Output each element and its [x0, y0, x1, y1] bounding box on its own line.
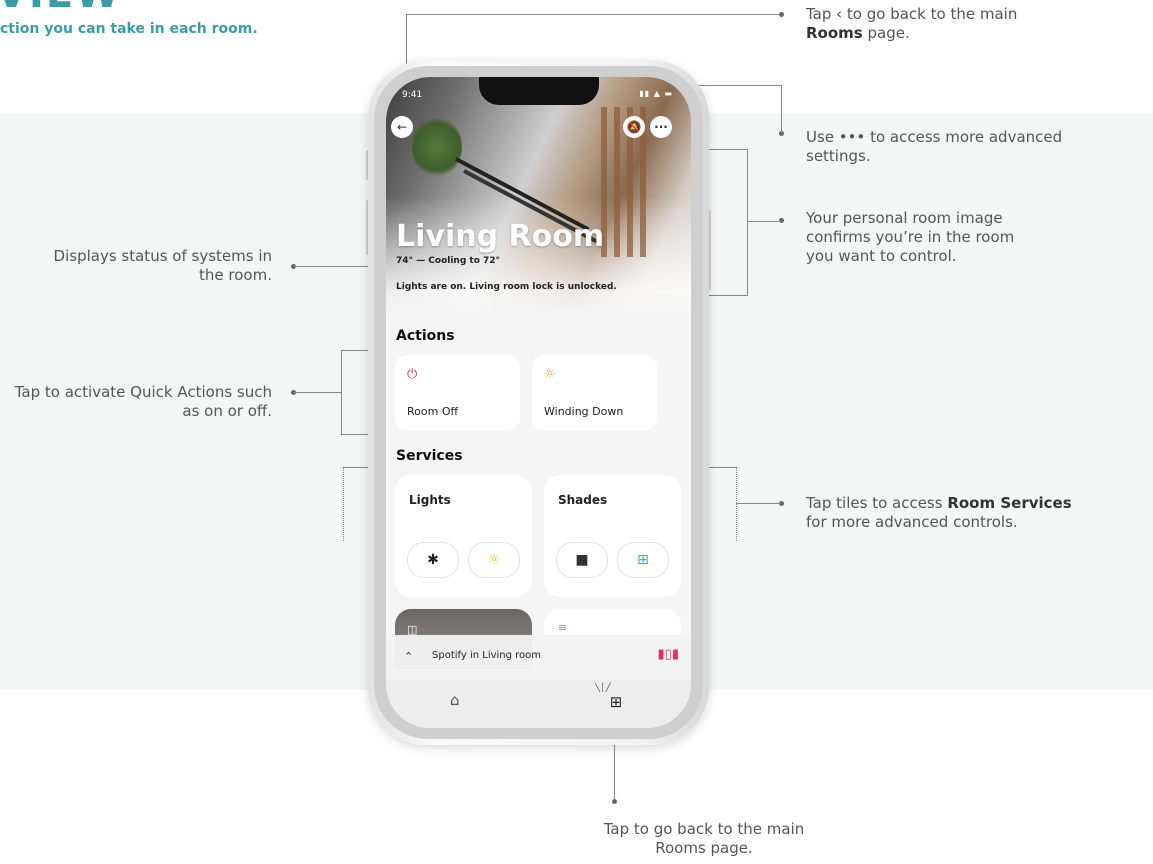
bell-off-icon[interactable]: 🔕: [623, 116, 645, 138]
room-image: [386, 77, 691, 315]
annotation-status: Displays status of systems in the room.: [53, 247, 272, 284]
mini-player-label: Spotify in Living room: [432, 650, 542, 661]
power-icon: ⏻: [407, 367, 418, 382]
room-title: Living Room: [396, 219, 605, 254]
light-off-icon[interactable]: ✱: [407, 542, 459, 578]
home-tab-icon[interactable]: ⌂: [450, 691, 460, 709]
room-status-text: Lights are on. Living room lock is unloc…: [396, 282, 617, 292]
annotation-rooms-tab: Tap to go back to the main Rooms page.: [603, 820, 805, 857]
more-options-icon[interactable]: ···: [650, 116, 672, 138]
services-header: Services: [396, 448, 463, 464]
mini-player[interactable]: ⌃ Spotify in Living room ▮▯▮: [386, 635, 691, 680]
annotation-more: Use ••• to access more advanced settings…: [806, 128, 1063, 165]
service-shades-tile[interactable]: Shades ■ ⊞: [544, 475, 681, 597]
bulb-icon: ☼: [544, 367, 556, 382]
page-title: VIEW: [0, 0, 121, 14]
annotation-room-services: Tap tiles to access Room Services for mo…: [806, 494, 1072, 531]
chevron-up-icon[interactable]: ⌃: [404, 650, 413, 663]
back-arrow-icon[interactable]: ←: [391, 116, 413, 138]
service-lights-tile[interactable]: Lights ✱ ☼: [395, 475, 532, 597]
shade-open-icon[interactable]: ⊞: [617, 542, 669, 578]
page-subtitle: ction you can take in each room.: [0, 21, 258, 37]
rooms-tab-icon[interactable]: ⊞: [595, 673, 631, 717]
light-on-icon[interactable]: ☼: [468, 542, 520, 578]
shade-closed-icon[interactable]: ■: [556, 542, 608, 578]
room-temperature: 74° — Cooling to 72°: [396, 256, 501, 266]
signal-wifi-battery-icon: ▮▮ ▲ ▬: [639, 89, 673, 98]
action-winding-down[interactable]: ☼ Winding Down: [532, 355, 657, 430]
annotation-back: Tap ‹ to go back to the main Rooms page.: [806, 5, 1018, 42]
pool-icon: ≡: [558, 621, 568, 634]
status-time: 9:41: [402, 90, 423, 100]
actions-header: Actions: [396, 328, 455, 344]
annotation-quick-actions: Tap to activate Quick Actions such as on…: [14, 383, 272, 420]
annotation-room-image: Your personal room image confirms you’re…: [806, 209, 1015, 265]
equalizer-icon: ▮▯▮: [657, 647, 679, 662]
notch: [479, 77, 599, 105]
tab-bar: ⌂ ⊞: [386, 673, 691, 728]
action-room-off[interactable]: ⏻ Room Off: [395, 355, 520, 430]
phone-screen: 9:41 ▮▮ ▲ ▬ ← 🔕 ··· Living Room 74° — Co…: [386, 77, 691, 728]
